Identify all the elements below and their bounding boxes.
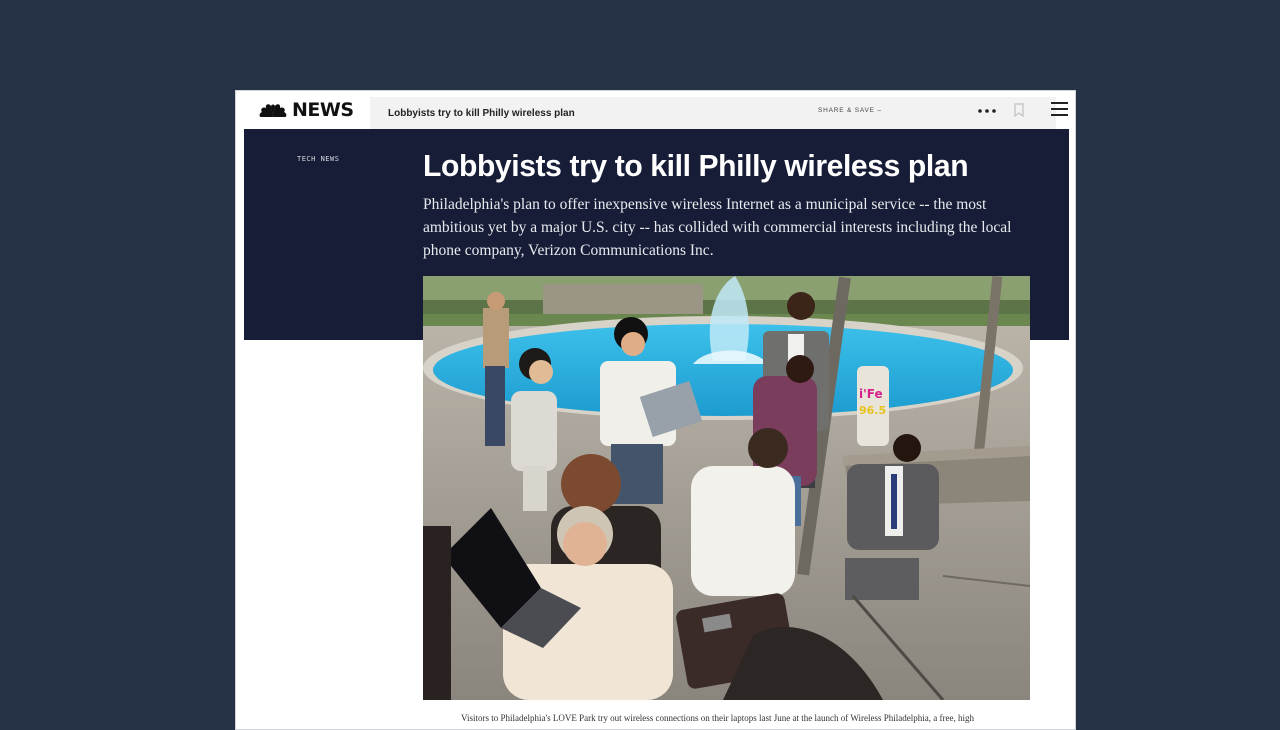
bookmark-button[interactable] [1012,102,1026,118]
logo-text: NEWS [292,99,354,121]
photo-caption: Visitors to Philadelphia's LOVE Park try… [461,713,974,723]
section-label[interactable]: TECH NEWS [297,155,339,163]
sign-top-text: i'Fe [859,387,883,401]
sign-bottom-text: 96.5 [859,404,886,417]
top-navbar: NEWS Lobbyists try to kill Philly wirele… [236,91,1075,129]
more-button[interactable] [977,103,997,119]
nbc-news-logo[interactable]: NEWS [236,91,370,129]
nav-article-title: Lobbyists try to kill Philly wireless pl… [388,107,575,119]
nav-title-bar: Lobbyists try to kill Philly wireless pl… [370,97,1056,129]
browser-window: NEWS Lobbyists try to kill Philly wirele… [235,90,1076,730]
article-photo: i'Fe 96.5 [423,276,1030,700]
more-icon [978,109,996,113]
headline: Lobbyists try to kill Philly wireless pl… [423,148,969,183]
article-dek: Philadelphia's plan to offer inexpensive… [423,196,1012,259]
share-save-button[interactable]: SHARE & SAVE – [818,107,882,114]
bookmark-icon [1014,103,1024,117]
peacock-logo-icon [259,104,287,117]
menu-icon[interactable] [1051,102,1068,117]
park-scene-illustration: i'Fe 96.5 [423,276,1030,700]
